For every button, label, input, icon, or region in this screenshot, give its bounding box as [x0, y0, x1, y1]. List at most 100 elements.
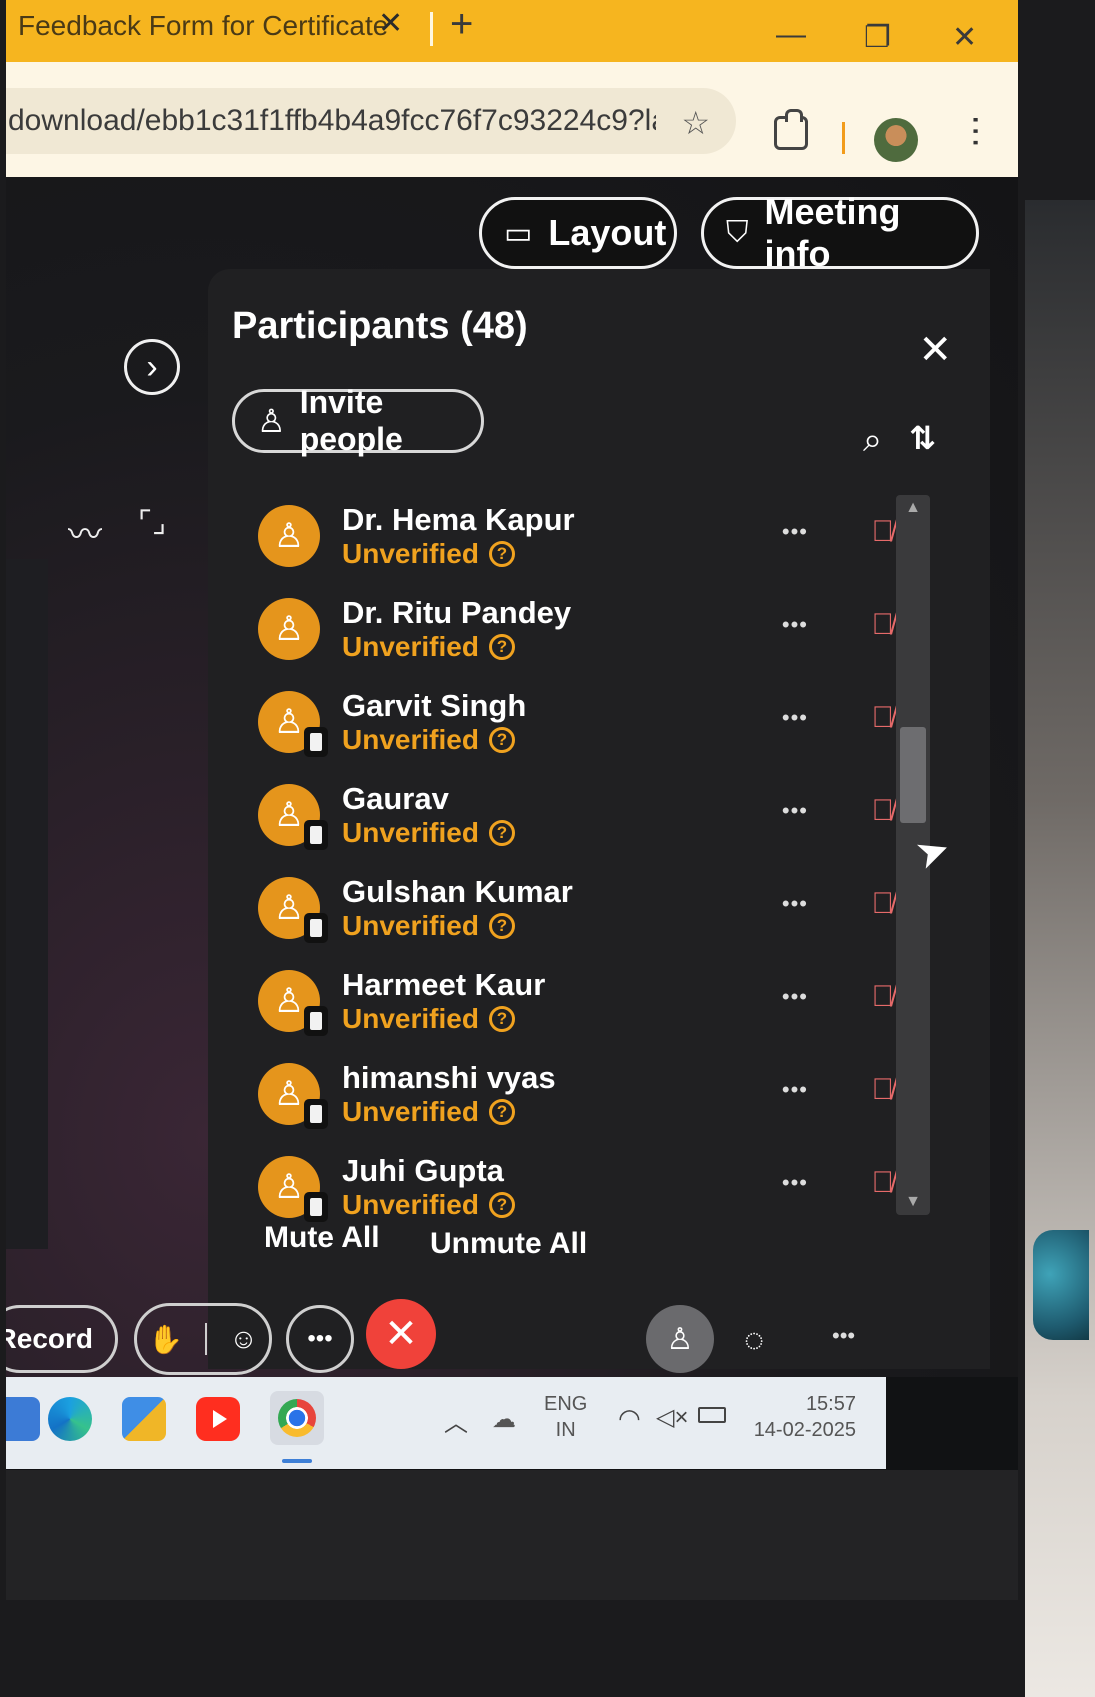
- mute-all-button[interactable]: Mute All: [264, 1221, 380, 1255]
- bookmark-star-icon[interactable]: ☆: [681, 104, 710, 142]
- avatar: ♙: [258, 1062, 328, 1129]
- more-controls-button[interactable]: •••: [286, 1305, 354, 1373]
- window-close-icon[interactable]: ✕: [952, 20, 977, 55]
- help-icon[interactable]: ?: [488, 819, 515, 846]
- participant-row[interactable]: ♙ Garvit Singh Unverified? ••• 🎙̸: [258, 675, 898, 768]
- reactions-group: ✋ ☺: [134, 1303, 272, 1375]
- layout-label: Layout: [548, 212, 667, 253]
- mic-off-icon[interactable]: 🎙̸: [872, 887, 895, 921]
- mobile-device-icon: [304, 912, 328, 943]
- participant-row[interactable]: ♙ himanshi vyas Unverified? ••• 🎙̸: [258, 1047, 898, 1140]
- clock[interactable]: 15:57 14-02-2025: [746, 1391, 856, 1443]
- annotate-icon[interactable]: 〰: [68, 507, 102, 556]
- participant-row[interactable]: ♙ Dr. Ritu Pandey Unverified? ••• 🎙̸: [258, 582, 898, 675]
- participant-row[interactable]: ♙ Dr. Hema Kapur Unverified? ••• 🎙̸: [258, 489, 898, 582]
- profile-avatar[interactable]: [874, 118, 918, 162]
- mic-off-icon[interactable]: 🎙̸: [872, 1166, 895, 1200]
- mic-off-icon[interactable]: 🎙̸: [872, 1073, 895, 1107]
- participant-name: Harmeet Kaur: [342, 966, 546, 1002]
- new-tab-button[interactable]: +: [450, 2, 473, 47]
- omnibox[interactable]: download/ebb1c31f1ffb4b4a9fcc76f7c93224c…: [6, 88, 736, 154]
- more-options-icon[interactable]: •••: [782, 612, 808, 638]
- cloud-icon[interactable]: ☁: [492, 1405, 516, 1434]
- add-reaction-icon[interactable]: ☺: [229, 1323, 258, 1355]
- sort-icon[interactable]: ⇅: [909, 419, 936, 457]
- mic-off-icon[interactable]: 🎙̸: [872, 794, 895, 828]
- participant-status: Unverified: [342, 816, 479, 848]
- layout-button[interactable]: ▭ Layout: [479, 197, 677, 269]
- leave-meeting-button[interactable]: ✕: [366, 1299, 436, 1369]
- raise-hand-icon[interactable]: ✋: [148, 1323, 183, 1356]
- help-icon[interactable]: ?: [488, 1191, 515, 1218]
- restore-icon[interactable]: ❐: [864, 20, 891, 55]
- scroll-up-icon[interactable]: ▲: [896, 499, 930, 517]
- participant-status: Unverified: [342, 909, 479, 941]
- more-options-icon[interactable]: •••: [782, 1077, 808, 1103]
- invite-label: Invite people: [299, 384, 403, 457]
- help-icon[interactable]: ?: [488, 633, 515, 660]
- help-icon[interactable]: ?: [488, 1005, 515, 1032]
- meeting-info-button[interactable]: ⛉ Meeting info: [701, 191, 979, 274]
- scroll-down-icon[interactable]: ▼: [896, 1193, 930, 1211]
- clock-time: 15:57: [805, 1393, 856, 1415]
- participants-toggle-button[interactable]: ♙: [646, 1305, 714, 1373]
- help-icon[interactable]: ?: [488, 912, 515, 939]
- address-bar-area: download/ebb1c31f1ffb4b4a9fcc76f7c93224c…: [6, 62, 1018, 177]
- unmute-all-button[interactable]: Unmute All: [430, 1227, 587, 1261]
- help-icon[interactable]: ?: [488, 1098, 515, 1125]
- more-options-icon[interactable]: •••: [782, 519, 808, 545]
- store-icon[interactable]: [122, 1397, 166, 1441]
- avatar: ♙: [258, 876, 328, 943]
- language-indicator[interactable]: ENG IN: [544, 1391, 587, 1443]
- tab-separator: [430, 12, 433, 46]
- help-icon[interactable]: ?: [488, 540, 515, 567]
- mic-off-icon[interactable]: 🎙̸: [872, 701, 895, 735]
- mic-off-icon[interactable]: 🎙̸: [872, 515, 895, 549]
- extensions-icon[interactable]: [774, 109, 808, 150]
- more-options-icon[interactable]: •••: [782, 891, 808, 917]
- panel-title: Participants (48): [232, 305, 528, 347]
- more-icon[interactable]: •••: [832, 1323, 855, 1349]
- participant-status: Unverified: [342, 1188, 479, 1220]
- active-app-indicator: [282, 1459, 312, 1463]
- avatar: ♙: [258, 969, 328, 1036]
- close-icon[interactable]: ✕: [918, 327, 952, 373]
- participant-row[interactable]: ♙ Gaurav Unverified? ••• 🎙̸: [258, 768, 898, 861]
- record-button[interactable]: Record: [6, 1305, 118, 1373]
- minimize-icon[interactable]: —: [776, 18, 806, 52]
- kebab-menu-icon[interactable]: ⋯: [956, 114, 996, 148]
- more-options-icon[interactable]: •••: [782, 1170, 808, 1196]
- youtube-icon[interactable]: [196, 1397, 240, 1441]
- scroll-thumb[interactable]: [900, 727, 926, 823]
- url-text[interactable]: download/ebb1c31f1ffb4b4a9fcc76f7c93224c…: [6, 104, 656, 138]
- search-icon[interactable]: ⌕: [863, 421, 882, 460]
- wifi-icon[interactable]: ◠: [618, 1403, 641, 1434]
- more-options-icon[interactable]: •••: [782, 984, 808, 1010]
- mic-off-icon[interactable]: 🎙̸: [872, 608, 895, 642]
- chevron-up-icon[interactable]: ︿: [444, 1403, 468, 1438]
- participants-panel: Participants (48) ✕ ♙ Invite people ⌕ ⇅ …: [208, 269, 990, 1369]
- chevron-right-icon[interactable]: ›: [124, 339, 180, 395]
- invite-people-button[interactable]: ♙ Invite people: [232, 384, 484, 457]
- chrome-icon[interactable]: [270, 1391, 324, 1445]
- tab-close-icon[interactable]: ✕: [378, 6, 403, 41]
- more-options-icon[interactable]: •••: [782, 798, 808, 824]
- lang-primary: ENG: [544, 1393, 588, 1415]
- volume-muted-icon[interactable]: ◁×: [656, 1403, 688, 1432]
- edge-icon[interactable]: [48, 1397, 92, 1441]
- screen: Feedback Form for Certificate ✕ + — ❐ ✕ …: [6, 0, 1018, 1600]
- meeting-info-label: Meeting info: [764, 191, 901, 274]
- expand-icon[interactable]: ⌜⌟: [138, 505, 166, 540]
- chat-icon[interactable]: ◌: [744, 1321, 764, 1360]
- toolbar-separator: [842, 122, 845, 154]
- help-icon[interactable]: ?: [488, 726, 515, 753]
- browser-tab-bar: Feedback Form for Certificate ✕ + — ❐ ✕: [6, 0, 1018, 62]
- participant-row[interactable]: ♙ Gulshan Kumar Unverified? ••• 🎙̸: [258, 861, 898, 954]
- more-options-icon[interactable]: •••: [782, 705, 808, 731]
- battery-icon[interactable]: [698, 1407, 726, 1423]
- taskbar-app-icon[interactable]: [6, 1397, 40, 1441]
- participant-row[interactable]: ♙ Juhi Gupta Unverified? ••• 🎙̸: [258, 1140, 898, 1233]
- mic-off-icon[interactable]: 🎙̸: [872, 980, 895, 1014]
- participant-name: himanshi vyas: [342, 1059, 556, 1095]
- participant-row[interactable]: ♙ Harmeet Kaur Unverified? ••• 🎙̸: [258, 954, 898, 1047]
